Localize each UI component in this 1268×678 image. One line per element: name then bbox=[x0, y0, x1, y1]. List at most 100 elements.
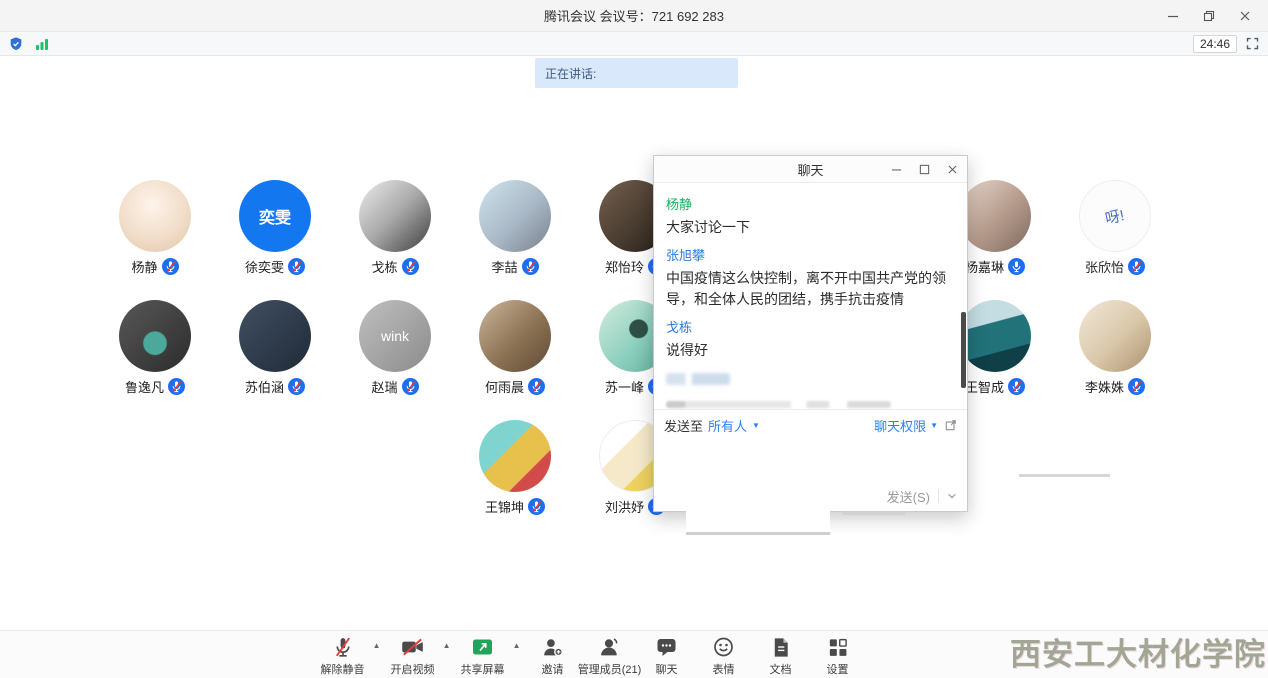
participant-tile[interactable]: 杨静 bbox=[95, 180, 215, 276]
chat-permission-caret-icon[interactable]: ▼ bbox=[930, 421, 938, 430]
unmute-label: 解除静音 bbox=[321, 661, 365, 677]
manage-members-label: 管理成员(21) bbox=[578, 661, 642, 677]
docs-label: 文档 bbox=[770, 661, 792, 677]
avatar: 呀! bbox=[1079, 180, 1151, 252]
participant-name: 杨静 bbox=[131, 257, 157, 276]
participant-name-row: 赵瑞 bbox=[335, 377, 455, 396]
send-button[interactable]: 发送(S) bbox=[887, 487, 930, 506]
speaking-banner: 正在讲话: bbox=[535, 58, 738, 88]
chat-message-sender: 张旭攀 bbox=[666, 245, 955, 264]
send-to-dropdown[interactable]: 所有人 bbox=[708, 416, 747, 435]
send-to-label: 发送至 bbox=[664, 416, 703, 435]
chat-input-area[interactable] bbox=[654, 440, 967, 481]
participant-tile[interactable]: wink 赵瑞 bbox=[335, 300, 455, 396]
network-signal-icon[interactable] bbox=[34, 36, 50, 52]
chat-button[interactable]: 聊天 bbox=[642, 631, 692, 678]
participant-tile[interactable]: 李喆 bbox=[455, 180, 575, 276]
docs-button[interactable]: 文档 bbox=[756, 631, 806, 678]
avatar: 奕雯 bbox=[239, 180, 311, 252]
participant-name: 刘洪妤 bbox=[605, 497, 644, 516]
send-to-row: 发送至 所有人 ▼ 聊天权限 ▼ bbox=[654, 410, 967, 440]
security-shield-icon[interactable] bbox=[8, 36, 24, 52]
avatar bbox=[479, 300, 551, 372]
chat-label: 聊天 bbox=[656, 661, 678, 677]
start-video-button[interactable]: 开启视频▲ bbox=[388, 631, 438, 678]
participant-name: 赵瑞 bbox=[371, 377, 397, 396]
chat-titlebar: 聊天 bbox=[654, 156, 967, 183]
topbar-right: 24:46 bbox=[1193, 35, 1260, 53]
chat-permission-dropdown[interactable]: 聊天权限 bbox=[874, 416, 926, 435]
avatar bbox=[479, 420, 551, 492]
participant-tile[interactable]: 何雨晨 bbox=[455, 300, 575, 396]
fullscreen-icon[interactable] bbox=[1245, 36, 1260, 51]
participant-tile[interactable]: 李姝姝 bbox=[1055, 300, 1175, 396]
popout-chat-icon[interactable] bbox=[945, 419, 957, 431]
participant-tile[interactable]: 鲁逸凡 bbox=[95, 300, 215, 396]
send-to-caret-icon[interactable]: ▼ bbox=[752, 421, 760, 430]
avatar: wink bbox=[359, 300, 431, 372]
send-options-caret-icon[interactable] bbox=[947, 491, 957, 501]
start-video-options-caret-icon[interactable]: ▲ bbox=[443, 641, 451, 650]
chat-message-text: 大家讨论一下 bbox=[666, 217, 955, 238]
invite-label: 邀请 bbox=[542, 661, 564, 677]
settings-button[interactable]: 设置 bbox=[813, 631, 863, 678]
manage-members-button[interactable]: 管理成员(21) bbox=[585, 631, 635, 678]
unmute-options-caret-icon[interactable]: ▲ bbox=[373, 641, 381, 650]
invite-button[interactable]: 邀请 bbox=[528, 631, 578, 678]
participant-name-row: 杨静 bbox=[95, 257, 215, 276]
participant-name-row: 戈栋 bbox=[335, 257, 455, 276]
participant-name: 鲁逸凡 bbox=[125, 377, 164, 396]
avatar bbox=[119, 180, 191, 252]
participant-name: 戈栋 bbox=[371, 257, 397, 276]
members-icon bbox=[597, 635, 622, 659]
redaction-block bbox=[686, 505, 830, 535]
participant-tile[interactable]: 呀! 张欣怡 bbox=[1055, 180, 1175, 276]
chat-message-list: 杨静大家讨论一下张旭攀中国疫情这么快控制，离不开中国共产党的领导，和全体人民的团… bbox=[654, 183, 967, 409]
participant-tile[interactable]: 奕雯徐奕雯 bbox=[215, 180, 335, 276]
participant-name: 张欣怡 bbox=[1085, 257, 1124, 276]
redacted-chat-sender bbox=[666, 373, 730, 385]
share-screen-options-caret-icon[interactable]: ▲ bbox=[513, 641, 521, 650]
chat-scrollbar-thumb[interactable] bbox=[961, 312, 966, 388]
chat-window: 聊天 杨静大家讨论一下张旭攀中国疫情这么快控制，离不开中国共产党的领导，和全体人… bbox=[653, 155, 968, 512]
window-titlebar: 腾讯会议 会议号：721 692 283 bbox=[0, 0, 1268, 32]
avatar bbox=[239, 300, 311, 372]
unmute-button[interactable]: 解除静音▲ bbox=[318, 631, 368, 678]
participant-name: 李姝姝 bbox=[1085, 377, 1124, 396]
mic-muted-badge-icon bbox=[528, 378, 545, 395]
chat-close-button[interactable] bbox=[943, 161, 961, 179]
chat-maximize-button[interactable] bbox=[915, 161, 933, 179]
emoji-label: 表情 bbox=[713, 661, 735, 677]
send-divider bbox=[938, 489, 939, 503]
mic-on-badge-icon bbox=[1008, 258, 1025, 275]
watermark-text: 西安工大材化学院 bbox=[1010, 629, 1266, 674]
participant-name: 徐奕雯 bbox=[245, 257, 284, 276]
participant-name: 何雨晨 bbox=[485, 377, 524, 396]
share-screen-label: 共享屏幕 bbox=[461, 661, 505, 677]
doc-icon bbox=[769, 635, 792, 659]
restore-button[interactable] bbox=[1194, 3, 1224, 29]
emoji-icon bbox=[712, 635, 736, 659]
minimize-button[interactable] bbox=[1158, 3, 1188, 29]
share-screen-button[interactable]: 共享屏幕▲ bbox=[458, 631, 508, 678]
meeting-topbar: 24:46 bbox=[0, 32, 1268, 56]
mic-muted-badge-icon bbox=[522, 258, 539, 275]
participant-name: 李喆 bbox=[491, 257, 517, 276]
participant-tile[interactable]: 苏伯涵 bbox=[215, 300, 335, 396]
avatar bbox=[1079, 300, 1151, 372]
mic-muted-badge-icon bbox=[288, 378, 305, 395]
avatar bbox=[359, 180, 431, 252]
mic-muted-badge-icon bbox=[402, 378, 419, 395]
participant-tile[interactable]: 王锦坤 bbox=[455, 420, 575, 516]
avatar bbox=[959, 300, 1031, 372]
start-video-label: 开启视频 bbox=[391, 661, 435, 677]
screen-share-icon bbox=[471, 635, 495, 659]
chat-message-sender: 杨静 bbox=[666, 194, 955, 213]
close-button[interactable] bbox=[1230, 3, 1260, 29]
emoji-button[interactable]: 表情 bbox=[699, 631, 749, 678]
chat-message-sender: 戈栋 bbox=[666, 317, 955, 336]
participant-tile[interactable]: 戈栋 bbox=[335, 180, 455, 276]
mic-muted-badge-icon bbox=[1128, 378, 1145, 395]
chat-footer: 发送至 所有人 ▼ 聊天权限 ▼ 发送(S) bbox=[654, 409, 967, 511]
chat-minimize-button[interactable] bbox=[887, 161, 905, 179]
